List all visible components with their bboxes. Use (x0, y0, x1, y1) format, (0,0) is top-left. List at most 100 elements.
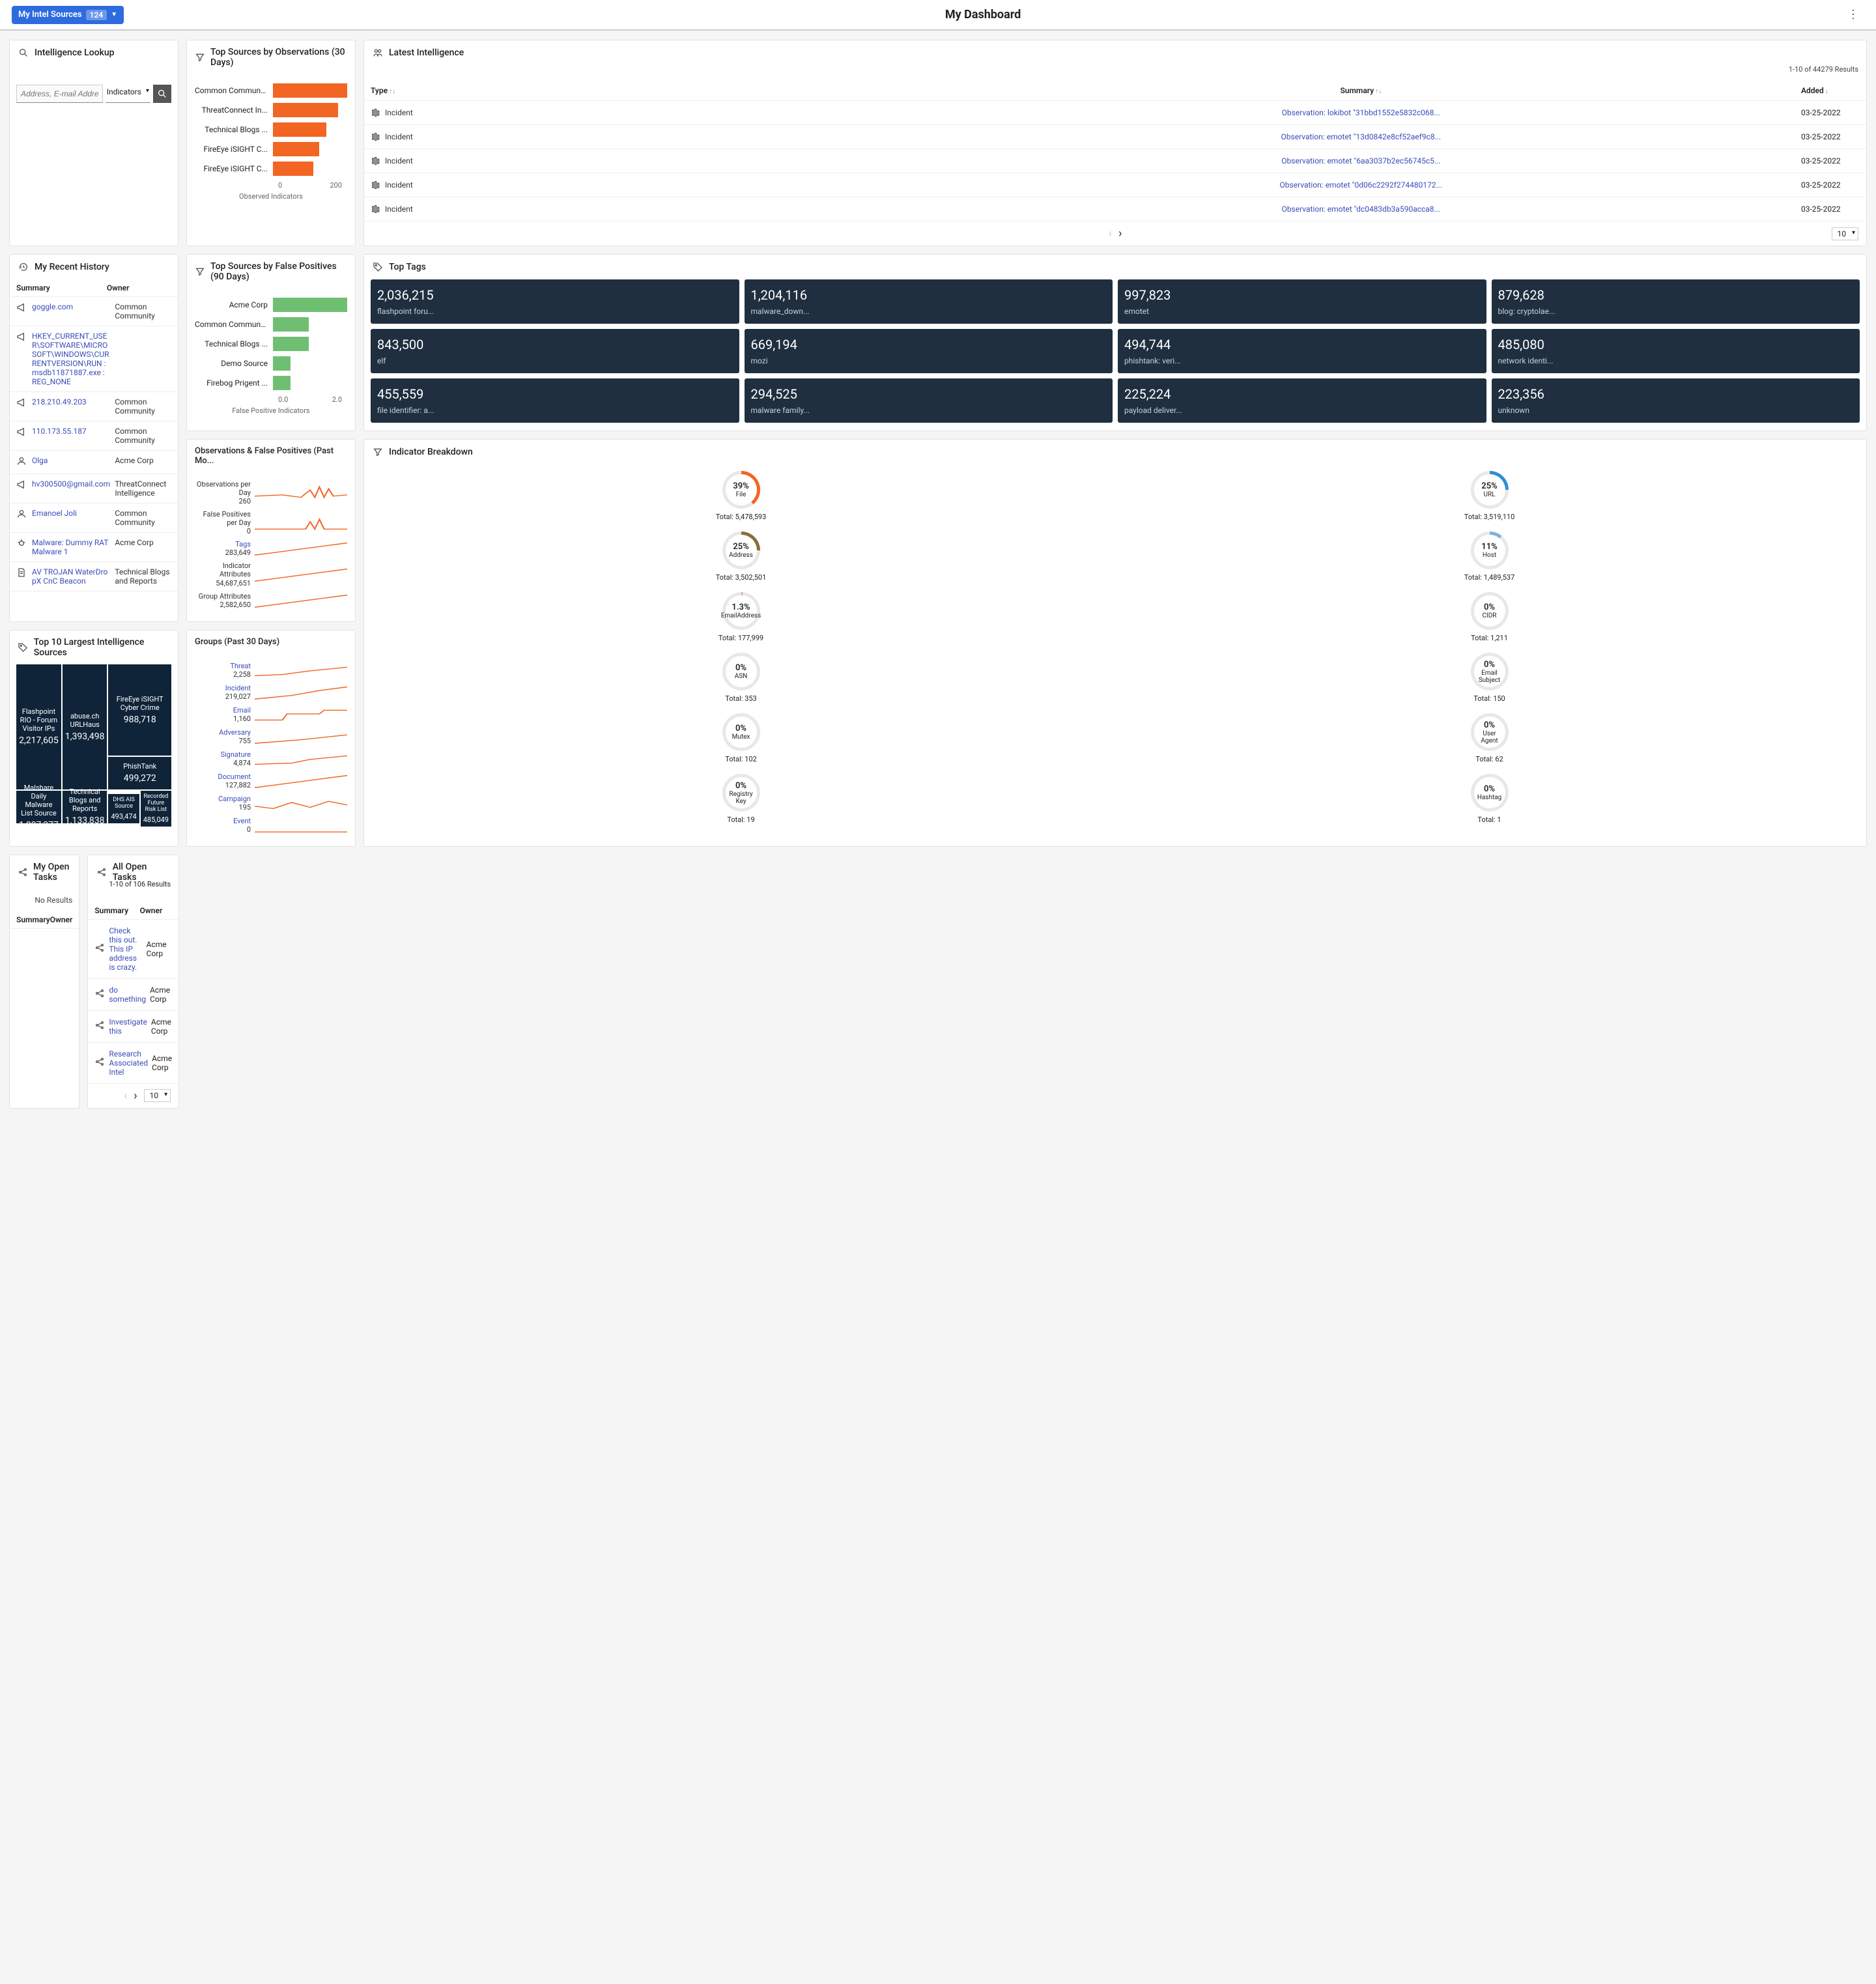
intelligence-lookup-card: Intelligence Lookup Indicators (9, 40, 178, 246)
bar-row: Common Community (195, 317, 347, 332)
intel-sources-label: My Intel Sources (18, 10, 82, 20)
pager-prev[interactable]: ‹ (124, 1089, 127, 1103)
task-summary[interactable]: Check this out. This IP address is crazy… (109, 926, 142, 972)
col-summary[interactable]: Summary (1340, 86, 1374, 95)
history-row[interactable]: goggle.comCommon Community (10, 297, 178, 326)
group-label: Campaign (195, 795, 251, 803)
sort-icon[interactable]: ↑↓ (389, 88, 395, 95)
bar-fill (273, 103, 338, 117)
history-row[interactable]: 218.210.49.203Common Community (10, 392, 178, 421)
tag-icon (372, 261, 384, 273)
latest-row[interactable]: IncidentObservation: emotet "0d06c2292f2… (364, 173, 1866, 197)
history-owner: Common Community (115, 427, 171, 445)
col-added[interactable]: Added (1801, 86, 1824, 95)
history-row[interactable]: HKEY_CURRENT_USER\SOFTWARE\MICROSOFT\WIN… (10, 326, 178, 392)
task-summary[interactable]: do something (109, 985, 146, 1004)
page-size-select[interactable]: 10 (1832, 227, 1859, 240)
latest-summary[interactable]: Observation: emotet "0d06c2292f274480172… (921, 180, 1801, 190)
chevron-down-icon: ▼ (111, 11, 117, 18)
pager-prev[interactable]: ‹ (1109, 227, 1112, 240)
bar-label: Technical Blogs ... (195, 339, 273, 348)
history-owner: Acme Corp (115, 538, 171, 547)
tm-name: Malshare Daily Malware List Source (19, 784, 59, 817)
tag-tile[interactable]: 494,744phishtank: veri... (1118, 329, 1486, 373)
more-menu-icon[interactable]: ⋮ (1842, 5, 1864, 24)
tag-tile[interactable]: 2,036,215flashpoint foru... (371, 279, 739, 324)
megaphone-icon (16, 397, 28, 410)
col-type[interactable]: Type (371, 86, 388, 95)
latest-summary[interactable]: Observation: lokibot "31bbd1552e5832c068… (921, 108, 1801, 117)
task-row[interactable]: Research Associated IntelAcme Corp (88, 1043, 178, 1084)
tag-tile[interactable]: 879,628blog: cryptolae... (1492, 279, 1860, 324)
lookup-search-button[interactable] (153, 85, 171, 103)
history-row[interactable]: Malware: Dummy RAT Malware 1 Acme Corp (10, 533, 178, 562)
task-row[interactable]: Check this out. This IP address is crazy… (88, 920, 178, 979)
tag-count: 455,559 (377, 386, 733, 402)
latest-row[interactable]: Incident Observation: emotet "6aa3037b2ec… (364, 149, 1866, 173)
history-summary[interactable]: 110.173.55.187 (32, 427, 111, 436)
group-row: Event0 (195, 816, 347, 834)
task-summary[interactable]: Research Associated Intel (109, 1049, 148, 1077)
sort-down-icon[interactable]: ↓ (1825, 88, 1828, 95)
latest-summary[interactable]: Observation: emotet "dc0483db3a590acca8.… (921, 205, 1801, 214)
history-summary[interactable]: AV TROJAN WaterDropX CnC Beacon (32, 567, 111, 586)
latest-summary[interactable]: Observation: emotet "6aa3037b2ec56745c5.… (921, 156, 1801, 165)
tag-tile[interactable]: 294,525malware family... (745, 378, 1113, 423)
history-summary[interactable]: HKEY_CURRENT_USER\SOFTWARE\MICROSOFT\WIN… (32, 332, 111, 386)
donut-total: Total: 19 (369, 815, 1113, 824)
tag-tile[interactable]: 1,204,116malware_down... (745, 279, 1113, 324)
task-row[interactable]: Investigate thisAcme Corp (88, 1011, 178, 1043)
latest-row[interactable]: IncidentObservation: emotet "13d0842e8cf… (364, 125, 1866, 149)
lookup-input[interactable] (16, 85, 103, 103)
history-col-summary: Summary (16, 283, 107, 292)
history-summary[interactable]: hv300500@gmail.com (32, 479, 111, 489)
latest-row[interactable]: IncidentObservation: lokibot "31bbd1552e… (364, 101, 1866, 125)
tag-tile[interactable]: 485,080network identi... (1492, 329, 1860, 373)
history-summary[interactable]: Malware: Dummy RAT Malware 1 (32, 538, 111, 556)
group-value: 195 (195, 803, 251, 812)
latest-intelligence-card: Latest Intelligence 1-10 of 44279 Result… (363, 40, 1867, 246)
tag-tile[interactable]: 997,823emotet (1118, 279, 1486, 324)
task-row[interactable]: do somethingAcme Corp (88, 979, 178, 1011)
pager-next[interactable]: › (1118, 227, 1122, 240)
person-icon (16, 456, 28, 468)
tag-tile[interactable]: 455,559file identifier: a... (371, 378, 739, 423)
bar-fill (273, 337, 309, 351)
history-summary[interactable]: Olga (32, 456, 111, 465)
history-row[interactable]: hv300500@gmail.comThreatConnect Intellig… (10, 474, 178, 503)
pager-next[interactable]: › (134, 1089, 137, 1103)
history-summary[interactable]: Emanoel Joli (32, 509, 111, 518)
tag-tile[interactable]: 223,356unknown (1492, 378, 1860, 423)
history-summary[interactable]: 218.210.49.203 (32, 397, 111, 406)
bar-row: FireEye iSIGHT C... (195, 142, 347, 156)
tag-name: elf (377, 356, 733, 365)
tag-name: emotet (1124, 307, 1480, 316)
history-row[interactable]: AV TROJAN WaterDropX CnC BeaconTechnical… (10, 562, 178, 591)
intel-sources-dropdown[interactable]: My Intel Sources 124 ▼ (12, 6, 124, 24)
task-summary[interactable]: Investigate this (109, 1017, 147, 1036)
bar-fill (273, 376, 291, 390)
tag-tile[interactable]: 843,500elf (371, 329, 739, 373)
latest-summary[interactable]: Observation: emotet "13d0842e8cf52aef9c8… (921, 132, 1801, 141)
tag-tile[interactable]: 669,194mozi (745, 329, 1113, 373)
all-open-tasks-card: All Open Tasks 1-10 of 106 Results Summa… (87, 855, 179, 1109)
history-summary[interactable]: goggle.com (32, 302, 111, 311)
latest-type: Incident (385, 156, 413, 165)
latest-row[interactable]: IncidentObservation: emotet "dc0483db3a5… (364, 197, 1866, 221)
person-icon (16, 509, 28, 521)
task-owner: Acme Corp (150, 985, 172, 1004)
donut-item: 11%HostTotal: 1,489,537 (1118, 531, 1861, 582)
sort-icon[interactable]: ↑↓ (1375, 88, 1382, 95)
task-owner: Acme Corp (147, 940, 173, 958)
donut-total: Total: 177,999 (369, 634, 1113, 642)
col-summary: Summary (94, 906, 139, 915)
page-size-select[interactable]: 10 (144, 1089, 171, 1102)
share-icon (94, 942, 105, 955)
history-row[interactable]: 110.173.55.187 Common Community (10, 421, 178, 451)
history-row[interactable]: OlgaAcme Corp (10, 451, 178, 474)
tag-tile[interactable]: 225,224payload deliver... (1118, 378, 1486, 423)
lookup-type-select[interactable]: Indicators (106, 85, 150, 103)
megaphone-icon (16, 332, 28, 344)
my-tasks-title: My Open Tasks (33, 862, 71, 883)
history-row[interactable]: Emanoel JoliCommon Community (10, 503, 178, 533)
